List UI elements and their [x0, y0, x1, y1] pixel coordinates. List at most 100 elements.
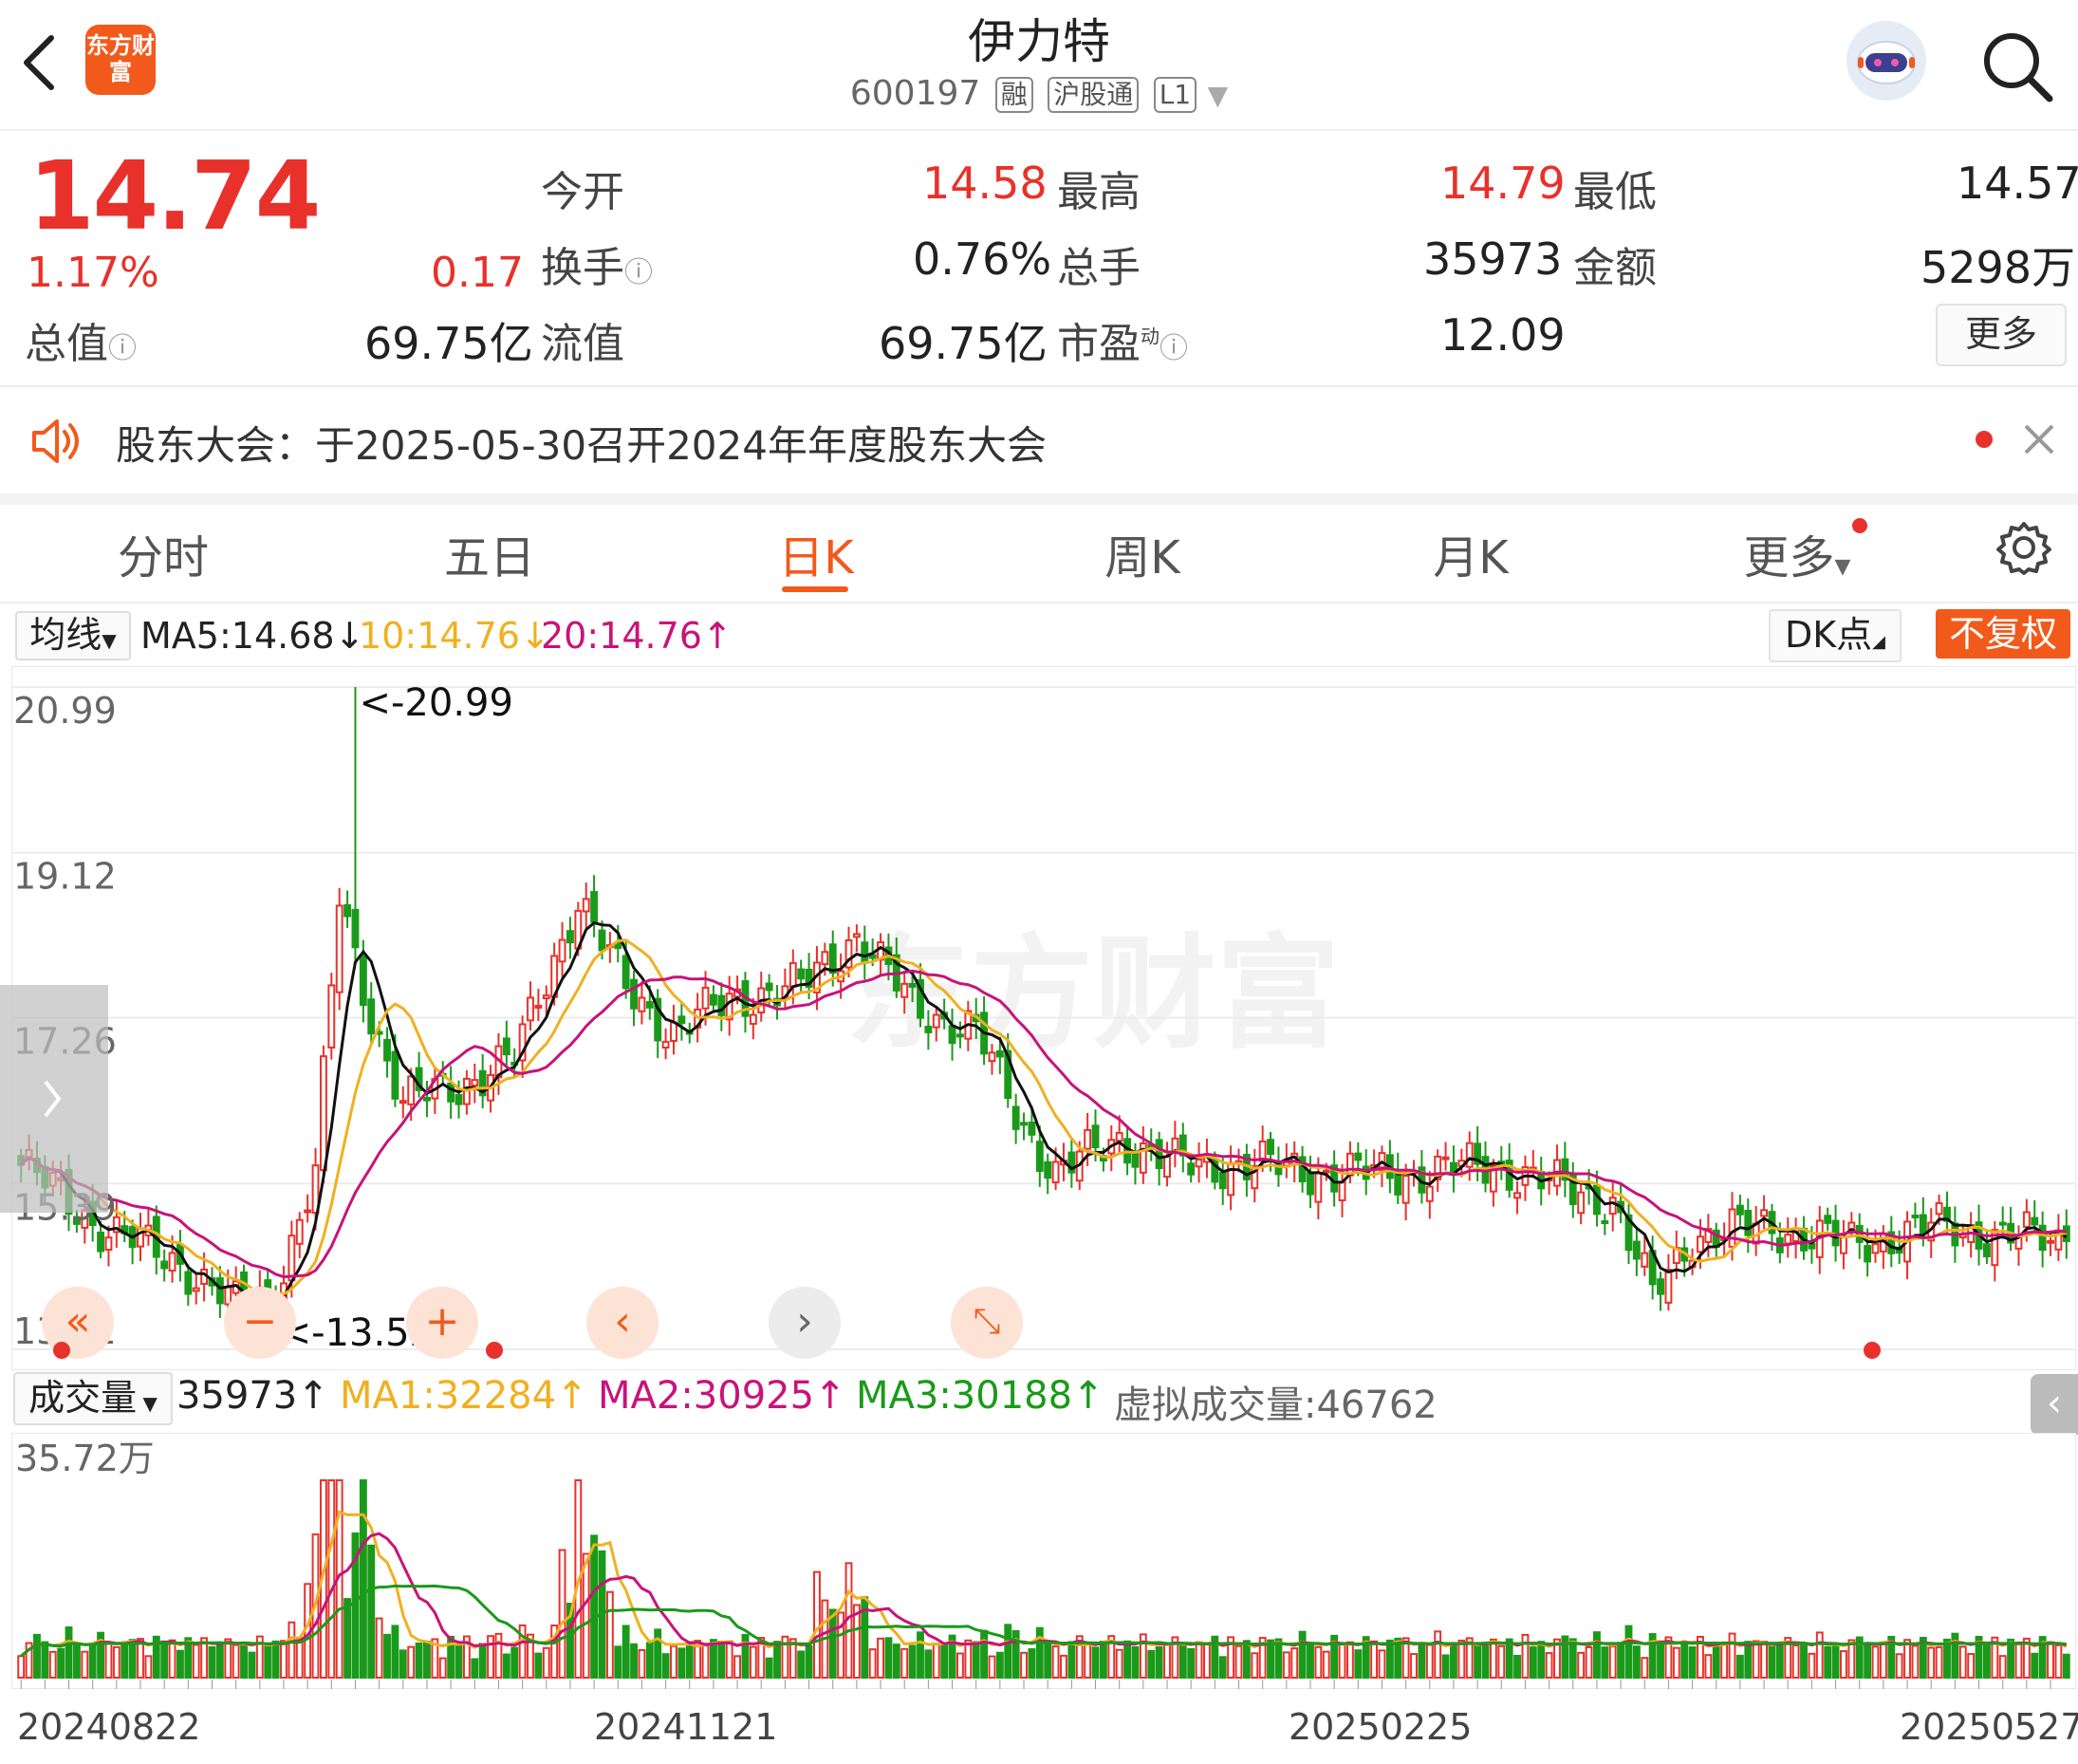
volume-bar	[1314, 1645, 1323, 1679]
volume-bar	[2014, 1642, 2023, 1680]
candle-body	[319, 1055, 327, 1172]
settings-gear-icon[interactable]	[1996, 520, 2051, 575]
candle-body	[908, 982, 917, 988]
more-quote-button[interactable]: 更多	[1936, 304, 2067, 366]
volume-value: 35973	[1423, 233, 1563, 285]
volume-bar	[1967, 1653, 1976, 1679]
assistant-robot-icon[interactable]	[1846, 21, 1926, 101]
candle-body	[995, 1049, 1004, 1058]
event-marker[interactable]	[53, 1342, 70, 1359]
volume-bar	[1911, 1644, 1920, 1680]
x-label-2: 20241121	[594, 1706, 778, 1748]
tab-weekly-k[interactable]: 周K	[1048, 520, 1237, 586]
volume-indicator-dropdown[interactable]: 成交量 ▼	[13, 1372, 173, 1425]
dk-point-button[interactable]: DK点◢	[1769, 609, 1902, 662]
candle-body	[1187, 1162, 1196, 1176]
volume-bar	[104, 1641, 113, 1679]
candle-body	[789, 961, 797, 988]
candle-body	[765, 982, 773, 992]
pan-right-button[interactable]: ›	[769, 1287, 841, 1359]
candle-body	[900, 982, 909, 998]
candle-body	[359, 955, 367, 1007]
volume-bar	[1051, 1645, 1060, 1680]
adjust-mode-button[interactable]: 不复权	[1936, 609, 2070, 659]
tab-five-day[interactable]: 五日	[395, 520, 584, 586]
candle-body	[1608, 1197, 1617, 1216]
volume-bar	[176, 1649, 184, 1680]
high-label: 最高	[1057, 168, 1141, 216]
stock-code: 600197	[849, 74, 981, 113]
volume-bar	[343, 1598, 352, 1680]
candle-body	[1593, 1184, 1601, 1216]
volume-bar	[2062, 1653, 2070, 1680]
candle-body	[1760, 1209, 1769, 1217]
zoom-out-button[interactable]: −	[224, 1287, 296, 1359]
close-icon[interactable]	[2023, 423, 2055, 455]
collapse-right-button[interactable]: ‹	[2031, 1374, 2078, 1435]
event-marker[interactable]	[1864, 1342, 1881, 1359]
volume-bar	[407, 1645, 416, 1679]
volume-bar	[805, 1644, 813, 1680]
volume-bar	[327, 1479, 336, 1679]
candle-body	[168, 1252, 176, 1272]
volume-bar	[438, 1657, 447, 1680]
volume-bar	[630, 1643, 638, 1680]
candle-body	[399, 1100, 407, 1105]
volume-bar	[1163, 1643, 1171, 1679]
volume-bar	[877, 1637, 884, 1679]
volume-bar	[1147, 1649, 1156, 1680]
candle-body	[1163, 1155, 1171, 1179]
kline-chart[interactable]: 东方财富 20.9919.1217.2615.3913.52<-20.99<-1…	[11, 666, 2076, 1370]
tab-intraday[interactable]: 分时	[68, 520, 258, 586]
volume-bar	[884, 1637, 893, 1680]
volume-bar	[1115, 1648, 1123, 1679]
tab-daily-k[interactable]: 日K	[721, 520, 911, 586]
event-marker[interactable]	[486, 1342, 503, 1359]
volume-bar	[1370, 1640, 1379, 1679]
volume-bar	[1497, 1644, 1506, 1679]
low-label: 最低	[1573, 168, 1657, 216]
volume-bar	[271, 1640, 280, 1680]
volume-bar	[33, 1633, 41, 1680]
open-value: 14.58	[922, 158, 1048, 209]
volume-bar	[399, 1649, 407, 1680]
candle-body	[821, 951, 829, 966]
volume-bar	[1657, 1641, 1664, 1679]
volume-bar	[224, 1638, 232, 1679]
notice-text[interactable]: 股东大会：于2025-05-30召开2024年年度股东大会	[116, 414, 1047, 472]
candle-body	[407, 1075, 416, 1105]
volume-bar	[1895, 1653, 1903, 1679]
volume-bar	[1513, 1655, 1521, 1680]
fullscreen-button[interactable]: ⤡	[951, 1287, 1023, 1359]
stock-code-line[interactable]: 600197 融 沪股通 L1 ▼	[0, 74, 2078, 113]
search-icon[interactable]	[1979, 28, 2055, 104]
volume-bar	[510, 1646, 519, 1680]
expand-left-panel[interactable]	[0, 985, 108, 1213]
volume-ma3: MA3:30188↑	[856, 1374, 1104, 1418]
pan-left-button[interactable]: ‹	[586, 1287, 659, 1359]
volume-bar	[685, 1641, 694, 1679]
tab-monthly-k[interactable]: 月K	[1376, 520, 1566, 586]
zoom-in-button[interactable]: +	[406, 1287, 478, 1359]
volume-bar	[638, 1648, 646, 1679]
candle-body	[2022, 1211, 2031, 1228]
candle-body	[948, 1025, 956, 1045]
volume-bar	[956, 1652, 964, 1679]
speaker-icon	[32, 419, 79, 463]
volume-bar	[1418, 1642, 1426, 1679]
volume-bar	[868, 1648, 877, 1679]
volume-bar	[1123, 1640, 1132, 1680]
candle-body	[677, 1015, 686, 1025]
pe-label[interactable]: 市盈动ⓘ	[1057, 309, 1188, 370]
volume-bar	[1601, 1646, 1609, 1680]
high-annotation: <-20.99	[359, 681, 512, 725]
turnover-label[interactable]: 换手ⓘ	[541, 233, 653, 294]
volume-bar	[2007, 1638, 2015, 1680]
market-cap-label[interactable]: 总值ⓘ	[25, 309, 137, 370]
candle-body	[701, 986, 710, 1010]
volume-bar	[924, 1649, 933, 1679]
candle-body	[932, 1013, 940, 1029]
volume-bar	[41, 1641, 49, 1680]
volume-bar	[773, 1641, 781, 1679]
indicator-dropdown[interactable]: 均线▼	[15, 611, 131, 660]
